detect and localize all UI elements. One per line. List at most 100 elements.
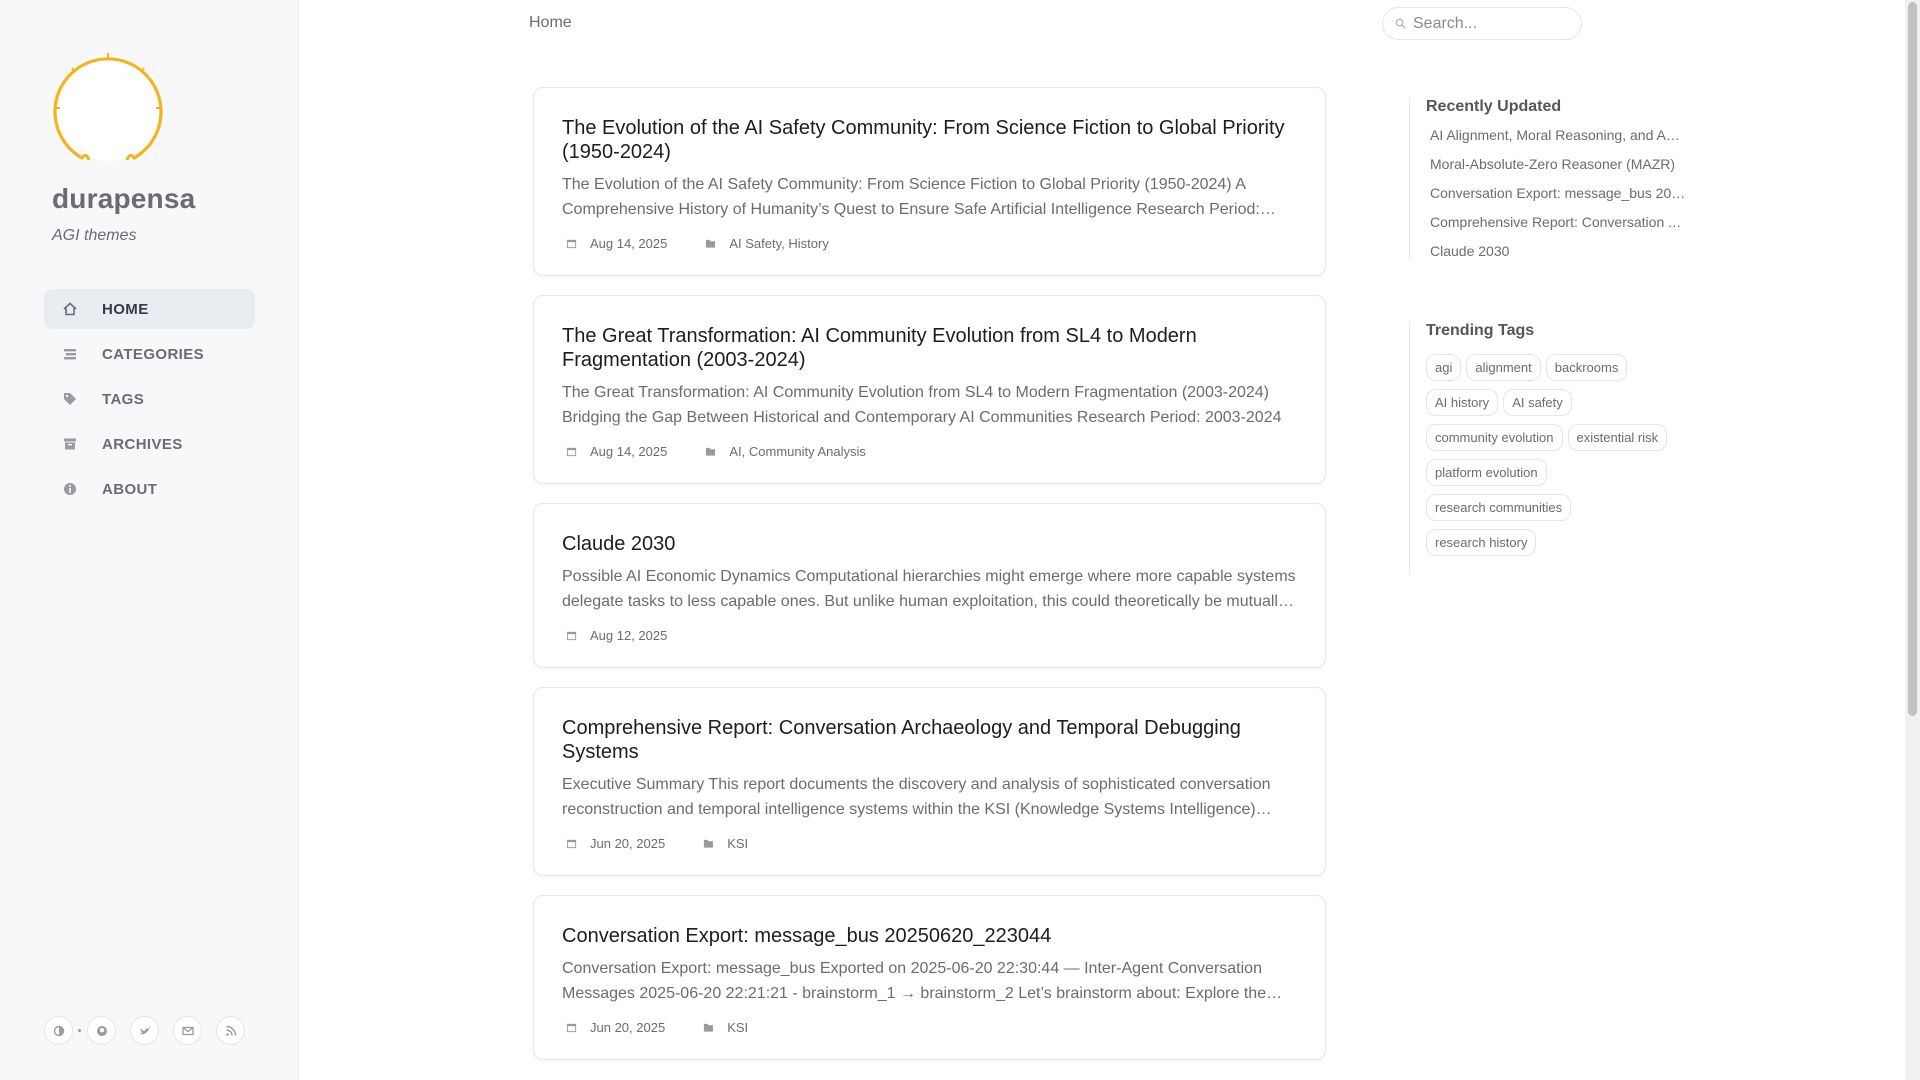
tag-chip[interactable]: AI safety <box>1503 389 1572 416</box>
post-title[interactable]: Comprehensive Report: Conversation Archa… <box>562 716 1297 764</box>
recent-item[interactable]: Moral-Absolute-Zero Reasoner (MAZR) <box>1426 156 1686 173</box>
recent-item[interactable]: AI Alignment, Moral Reasoning, and Agent… <box>1426 127 1686 144</box>
page-scrollbar[interactable] <box>1905 0 1920 1080</box>
tag-chip[interactable]: research history <box>1426 529 1537 556</box>
post-card[interactable]: The Great Transformation: AI Community E… <box>533 295 1326 484</box>
stream-icon <box>60 344 80 364</box>
home-icon <box>60 299 80 319</box>
tag-chip[interactable]: research communities <box>1426 494 1572 521</box>
post-date: Aug 12, 2025 <box>590 628 668 643</box>
post-meta: Aug 12, 2025 <box>562 628 1297 643</box>
nav-item-tags[interactable]: TAGS <box>44 379 255 419</box>
breadcrumb: Home <box>529 14 572 31</box>
post-date-group: Aug 12, 2025 <box>562 628 667 643</box>
post-title[interactable]: Conversation Export: message_bus 2025062… <box>562 924 1297 948</box>
nav-label: ARCHIVES <box>102 435 183 453</box>
sidebar-bottom-links <box>44 1016 259 1045</box>
post-card[interactable]: The Evolution of the AI Safety Community… <box>533 87 1326 276</box>
post-title[interactable]: The Great Transformation: AI Community E… <box>562 324 1297 372</box>
recent-item[interactable]: Conversation Export: message_bus 2025062… <box>1426 185 1686 202</box>
post-title[interactable]: The Evolution of the AI Safety Community… <box>562 116 1297 164</box>
recent-item[interactable]: Comprehensive Report: Conversation Archa… <box>1426 214 1686 231</box>
post-categories-group: AI, Community Analysis <box>701 444 866 459</box>
post-date-group: Jun 20, 2025 <box>562 836 665 851</box>
avatar-ring-icon <box>53 53 163 161</box>
post-date-group: Aug 14, 2025 <box>562 444 667 459</box>
post-categories-group: KSI <box>699 836 748 851</box>
rss-icon <box>225 1025 236 1036</box>
calendar-icon <box>566 239 577 249</box>
post-meta: Jun 20, 2025 KSI <box>562 1020 1297 1035</box>
github-link[interactable] <box>87 1016 116 1045</box>
folder-icon <box>704 1023 714 1032</box>
post-meta: Aug 14, 2025 AI Safety, History <box>562 236 1297 251</box>
calendar-icon <box>566 447 577 457</box>
nav-item-categories[interactable]: CATEGORIES <box>44 334 255 374</box>
recent-item[interactable]: Claude 2030 <box>1426 243 1686 260</box>
post-card[interactable]: Conversation Export: message_bus 2025062… <box>533 895 1326 1060</box>
site-title[interactable]: durapensa <box>52 183 195 215</box>
tag-chip[interactable]: backrooms <box>1545 354 1628 381</box>
rss-link[interactable] <box>216 1016 245 1045</box>
avatar[interactable] <box>52 52 164 164</box>
post-categories[interactable]: KSI <box>727 836 748 851</box>
tag-chip[interactable]: AI history <box>1426 389 1499 416</box>
calendar-icon <box>566 839 577 849</box>
post-excerpt: Conversation Export: message_bus Exporte… <box>562 960 1267 1002</box>
nav-item-about[interactable]: ABOUT <box>44 469 255 509</box>
post-categories[interactable]: AI, Community Analysis <box>729 444 866 459</box>
recently-updated-list: AI Alignment, Moral Reasoning, and Agent… <box>1426 127 1689 260</box>
post-categories[interactable]: AI Safety, History <box>729 236 828 251</box>
theme-toggle-button[interactable] <box>44 1016 73 1045</box>
email-link[interactable] <box>173 1016 202 1045</box>
post-title[interactable]: Claude 2030 <box>562 532 1297 556</box>
nav-label: ABOUT <box>102 480 158 498</box>
search-box[interactable] <box>1382 7 1582 40</box>
twitter-link[interactable] <box>130 1016 159 1045</box>
nav-item-home[interactable]: HOME <box>44 289 255 329</box>
right-panel: Recently Updated AI Alignment, Moral Rea… <box>1409 94 1689 574</box>
nav-label: HOME <box>102 300 149 318</box>
folder-icon <box>704 839 714 848</box>
theme-toggle-icon <box>53 1025 64 1036</box>
tag-cloud: agi alignment backrooms AI history AI sa… <box>1426 354 1686 564</box>
search-input[interactable] <box>1413 14 1573 33</box>
tag-chip[interactable]: existential risk <box>1567 424 1668 451</box>
tag-chip[interactable]: platform evolution <box>1426 459 1547 486</box>
search-icon <box>1395 18 1406 29</box>
folder-icon <box>706 239 716 248</box>
nav-item-archives[interactable]: ARCHIVES <box>44 424 255 464</box>
post-card[interactable]: Claude 2030 Possible AI Economic Dynamic… <box>533 503 1326 668</box>
post-date-group: Jun 20, 2025 <box>562 1020 665 1035</box>
post-date-group: Aug 14, 2025 <box>562 236 667 251</box>
nav-label: TAGS <box>102 390 145 408</box>
post-categories-group: KSI <box>699 1020 748 1035</box>
sidebar-nav: HOME CATEGORIES TAGS ARCHIVES ABOUT <box>44 289 255 514</box>
post-excerpt: Possible AI Economic Dynamics Computatio… <box>562 568 1296 610</box>
tag-chip[interactable]: alignment <box>1466 354 1541 381</box>
recently-updated-heading: Recently Updated <box>1426 98 1562 115</box>
nav-label: CATEGORIES <box>102 345 205 363</box>
tag-chip[interactable]: community evolution <box>1426 424 1563 451</box>
sidebar: durapensa AGI themes HOME CATEGORIES TAG… <box>0 0 299 1080</box>
post-date: Jun 20, 2025 <box>590 1020 666 1035</box>
post-card[interactable]: Comprehensive Report: Conversation Archa… <box>533 687 1326 876</box>
tag-chip[interactable]: agi <box>1426 354 1462 381</box>
post-excerpt: The Great Transformation: AI Community E… <box>562 384 1282 426</box>
email-icon <box>181 1026 194 1035</box>
calendar-icon <box>566 631 577 641</box>
twitter-icon <box>139 1026 150 1034</box>
folder-icon <box>706 447 716 456</box>
calendar-icon <box>566 1023 577 1033</box>
post-list: The Evolution of the AI Safety Community… <box>533 87 1326 1079</box>
post-categories-group: AI Safety, History <box>701 236 829 251</box>
separator-dot <box>78 1029 81 1032</box>
post-date: Jun 20, 2025 <box>590 836 666 851</box>
post-excerpt: Executive Summary This report documents … <box>562 776 1271 818</box>
post-meta: Jun 20, 2025 KSI <box>562 836 1297 851</box>
post-categories[interactable]: KSI <box>727 1020 748 1035</box>
site-subtitle: AGI themes <box>52 227 137 244</box>
archive-icon <box>60 434 80 454</box>
scrollbar-thumb[interactable] <box>1908 2 1917 716</box>
post-date: Aug 14, 2025 <box>590 236 668 251</box>
